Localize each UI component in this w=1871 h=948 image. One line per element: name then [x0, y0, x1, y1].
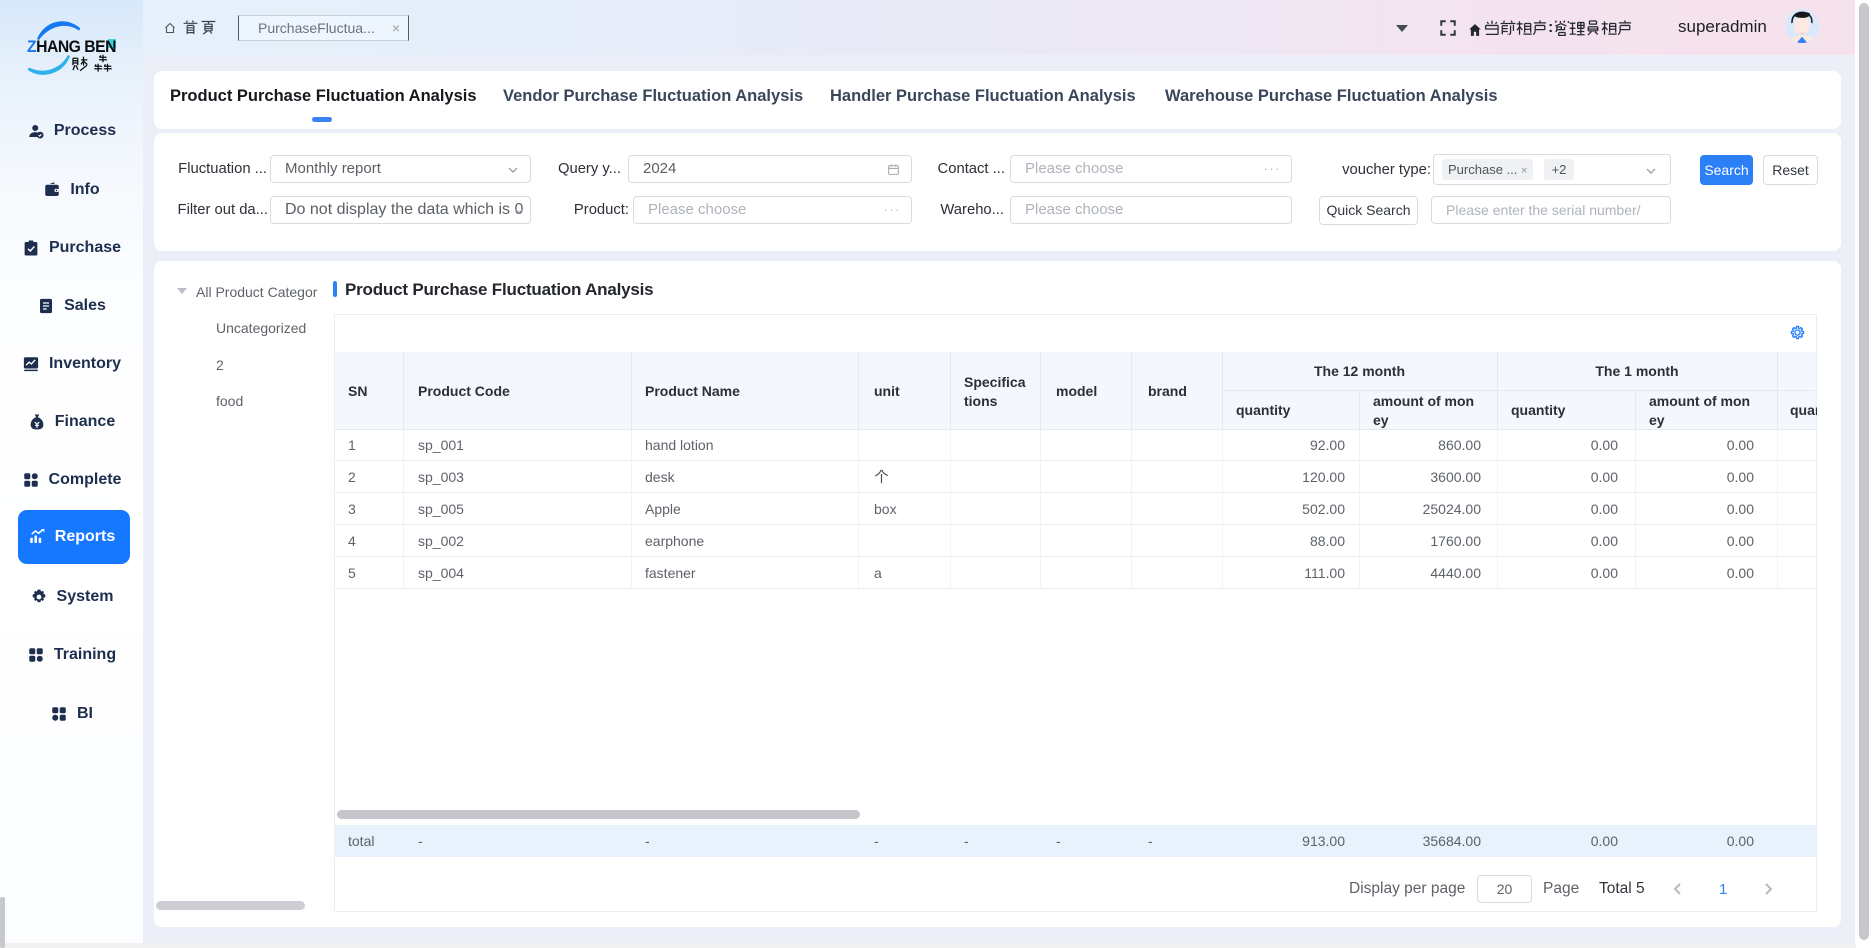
svg-text:ZHANG BEN: ZHANG BEN: [27, 38, 116, 56]
